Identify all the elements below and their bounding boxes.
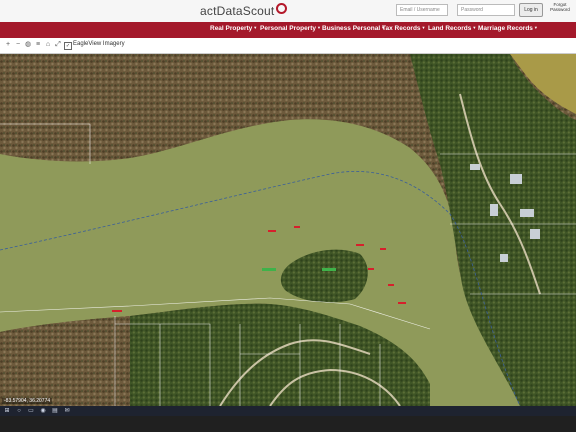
windows-start-icon[interactable]: ⊞	[4, 408, 10, 414]
nav-item-land-records[interactable]: Land Records▼	[428, 25, 476, 32]
brand-mark-icon	[276, 3, 288, 14]
layers-icon[interactable]: ≡	[34, 41, 42, 49]
browser-screen: actDataScout Email / Username Password L…	[0, 0, 576, 408]
search-icon[interactable]: ○	[16, 408, 22, 414]
main-nav: Real Property▼ Personal Property▼ Busine…	[0, 22, 576, 38]
brand-logo[interactable]: actDataScout	[200, 3, 288, 19]
password-field[interactable]: Password	[457, 4, 515, 16]
map-toolbar: + − ◍ ≡ ⌂ ⤢ ✓ EagleView Imagery	[0, 38, 576, 54]
nav-item-personal-property[interactable]: Personal Property▼	[260, 25, 321, 32]
file-explorer-icon[interactable]: ▤	[52, 408, 58, 414]
nav-label: Personal Property	[260, 25, 316, 32]
mail-icon[interactable]: ✉	[64, 408, 70, 414]
nav-label: Marriage Records	[478, 25, 533, 32]
globe-icon[interactable]: ◍	[24, 41, 32, 49]
browser-icon[interactable]: ◉	[40, 408, 46, 414]
nav-label: Business Personal	[322, 25, 381, 32]
highlight-marker	[322, 268, 336, 271]
nav-label: Tax Records	[382, 25, 421, 32]
email-field[interactable]: Email / Username	[396, 4, 448, 16]
nav-label: Real Property	[210, 25, 253, 32]
aerial-map-canvas	[0, 54, 576, 406]
chevron-down-icon: ▼	[533, 25, 538, 30]
login-button[interactable]: Log in	[519, 3, 543, 17]
chevron-down-icon: ▼	[421, 25, 426, 30]
zoom-in-icon[interactable]: +	[4, 41, 12, 49]
brand-name: actDataScout	[200, 4, 275, 18]
home-icon[interactable]: ⌂	[44, 41, 52, 49]
measure-icon[interactable]: ⤢	[54, 41, 62, 49]
imagery-layer-label: EagleView Imagery	[73, 41, 125, 47]
nav-item-real-property[interactable]: Real Property▼	[210, 25, 257, 32]
task-view-icon[interactable]: ▭	[28, 408, 34, 414]
coordinate-readout: -83.57904, 36.20774	[2, 398, 53, 404]
southwest-shore	[0, 316, 130, 406]
highlight-marker	[262, 268, 276, 271]
nav-item-business-personal[interactable]: Business Personal▼	[322, 25, 385, 32]
nav-item-tax-records[interactable]: Tax Records▼	[382, 25, 426, 32]
chevron-down-icon: ▼	[472, 25, 477, 30]
site-header: actDataScout Email / Username Password L…	[0, 0, 576, 22]
chevron-down-icon: ▼	[253, 25, 258, 30]
chevron-down-icon: ▼	[317, 25, 321, 30]
monitor-bezel	[0, 416, 576, 432]
os-taskbar: ⊞ ○ ▭ ◉ ▤ ✉	[0, 406, 576, 416]
forgot-password-link[interactable]: Forgot Password	[547, 2, 573, 12]
zoom-out-icon[interactable]: −	[14, 41, 22, 49]
nav-label: Land Records	[428, 25, 472, 32]
imagery-layer-checkbox[interactable]: ✓	[64, 42, 72, 50]
nav-item-marriage-records[interactable]: Marriage Records▼	[478, 25, 538, 32]
aerial-map[interactable]	[0, 54, 576, 406]
